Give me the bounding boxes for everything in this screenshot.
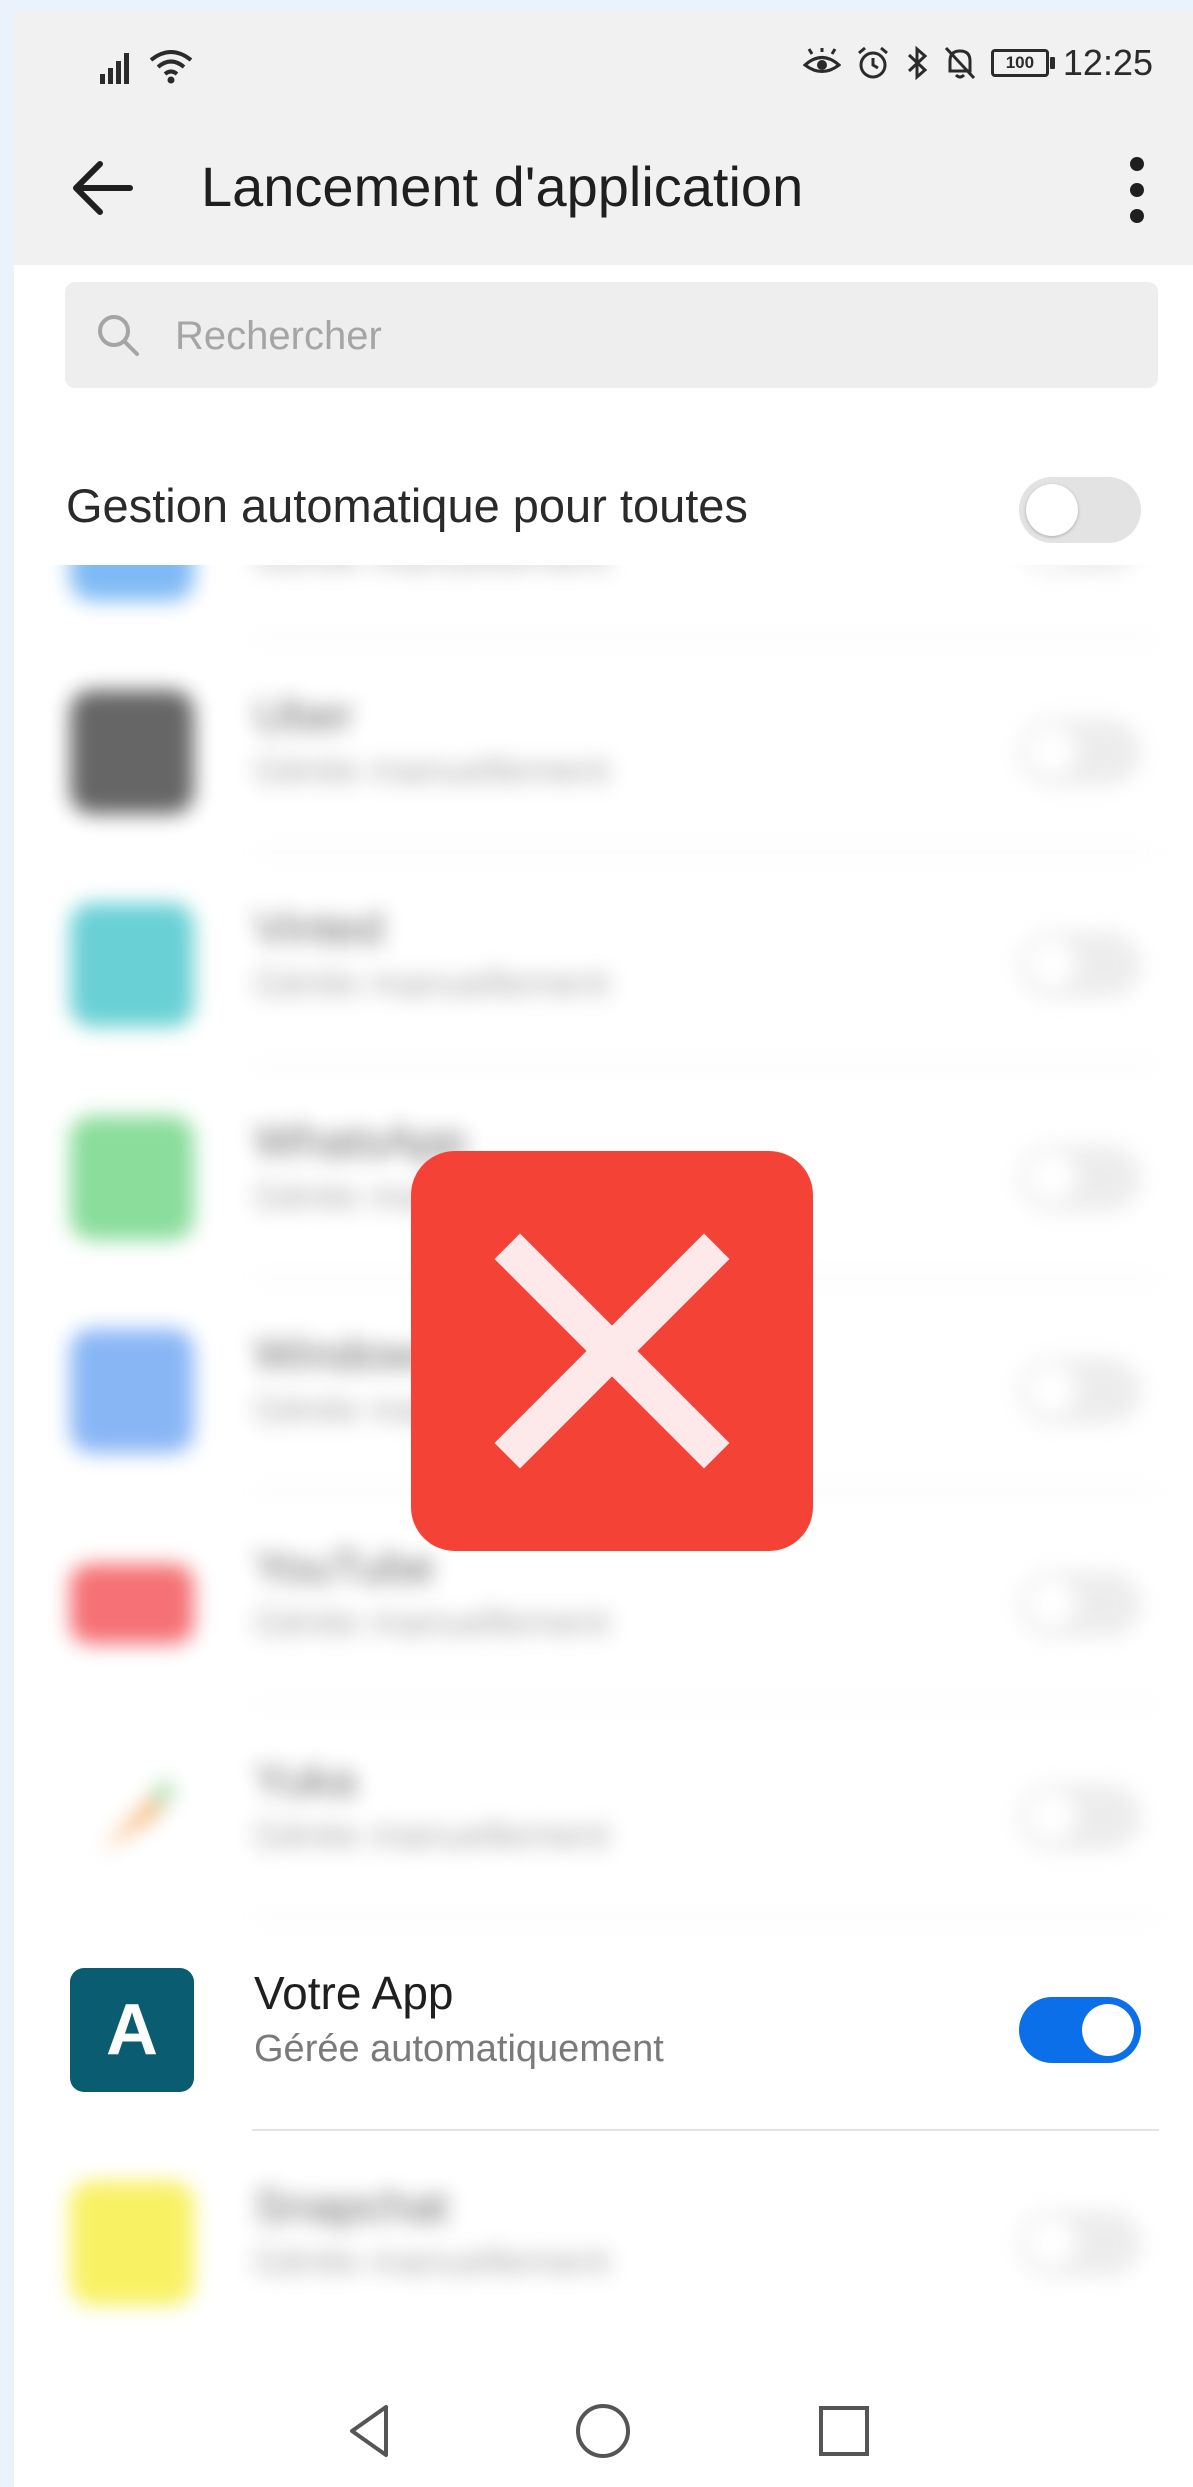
switch-knob (1026, 2217, 1078, 2269)
wifi-icon (149, 50, 193, 84)
alarm-icon (857, 46, 888, 79)
x-mark-icon (411, 1151, 813, 1551)
app-row-yuka[interactable]: Yuka Gérée manuellement (14, 1705, 1193, 1918)
app-icon (70, 1755, 194, 1879)
app-icon (70, 1564, 194, 1644)
app-name: Votre App (254, 1967, 454, 2019)
app-switch[interactable] (1019, 565, 1141, 572)
app-icon (70, 1116, 194, 1240)
switch-knob (1026, 1152, 1078, 1204)
battery-icon: 100 (990, 49, 1055, 77)
app-switch[interactable] (1019, 932, 1141, 998)
app-status: Gérée manuellement (254, 1815, 609, 1857)
switch-knob (1026, 1365, 1078, 1417)
app-switch[interactable] (1019, 1784, 1141, 1850)
app-switch[interactable] (1019, 1571, 1141, 1637)
status-left (98, 40, 194, 84)
app-status: Gérée manuellement (254, 963, 609, 1005)
eye-icon (802, 48, 841, 73)
switch-knob (1026, 484, 1078, 536)
app-name: Vinted (254, 902, 384, 954)
mute-icon (944, 46, 976, 80)
app-name: Yuka (254, 1754, 357, 1806)
app-icon (70, 565, 194, 601)
app-switch[interactable] (1019, 1358, 1141, 1424)
app-switch[interactable] (1019, 1145, 1141, 1211)
auto-manage-all-label: Gestion automatique pour toutes (66, 479, 748, 532)
status-right: 100 12:25 (802, 38, 1153, 88)
app-status: Gérée manuellement (254, 1602, 609, 1644)
app-switch[interactable] (1019, 2210, 1141, 2276)
switch-knob (1082, 2004, 1134, 2056)
switch-knob (1026, 726, 1078, 778)
app-name: Snapchat (254, 2180, 449, 2232)
nav-recents-button[interactable] (806, 2393, 882, 2469)
app-icon (70, 2181, 194, 2305)
app-icon-letter: A (106, 1990, 158, 2070)
app-status: Gérée manuellement (254, 750, 609, 792)
app-switch[interactable] (1019, 719, 1141, 785)
app-row-partial[interactable]: Gérée manuellement (14, 565, 1193, 640)
nav-home-button[interactable] (565, 2393, 641, 2469)
app-row-votre-app[interactable]: A Votre App Gérée automatiquement (14, 1918, 1193, 2131)
signal-icon (100, 53, 129, 84)
switch-knob (1026, 1791, 1078, 1843)
x-mark-glyph (494, 1233, 730, 1469)
back-arrow-icon (73, 161, 133, 215)
status-bar: 100 12:25 (14, 10, 1193, 110)
status-time: 12:25 (1062, 42, 1153, 83)
app-status: Gérée manuellement (254, 565, 609, 580)
search-box[interactable] (65, 282, 1158, 388)
app-bar: Lancement d'application (14, 110, 1193, 265)
phone-screen: 100 12:25 Lancement d'application Gest (14, 10, 1193, 2487)
nav-back-button[interactable] (334, 2393, 410, 2469)
app-row-snapchat[interactable]: Snapchat Gérée manuellement (14, 2131, 1193, 2344)
switch-knob (1026, 1578, 1078, 1630)
app-icon (70, 690, 194, 814)
nav-home-icon (576, 2404, 630, 2458)
switch-knob (1026, 939, 1078, 991)
bluetooth-icon (907, 45, 928, 81)
app-row-uber[interactable]: Uber Gérée manuellement (14, 640, 1193, 853)
navigation-bar (14, 2375, 1193, 2487)
search-input[interactable] (173, 304, 1077, 368)
app-switch[interactable] (1019, 1997, 1141, 2063)
app-status: Gérée automatiquement (254, 2028, 664, 2070)
app-name: YouTube (254, 1541, 435, 1593)
app-icon: A (70, 1968, 194, 2092)
more-vertical-icon (1130, 157, 1144, 223)
carrot-icon (102, 1778, 175, 1852)
app-row-vinted[interactable]: Vinted Gérée manuellement (14, 853, 1193, 1066)
app-icon (70, 1329, 194, 1453)
app-name: Uber (254, 689, 354, 741)
app-icon (70, 903, 194, 1027)
auto-manage-all-switch[interactable] (1019, 477, 1141, 543)
page-title: Lancement d'application (201, 155, 804, 218)
search-icon (98, 315, 139, 356)
nav-back-icon (350, 2405, 388, 2457)
back-button[interactable] (64, 148, 144, 228)
more-options-button[interactable] (1107, 150, 1167, 230)
app-status: Gérée manuellement (254, 2241, 609, 2283)
auto-manage-all-row: Gestion automatique pour toutes (14, 450, 1193, 570)
nav-recents-icon (819, 2406, 869, 2456)
